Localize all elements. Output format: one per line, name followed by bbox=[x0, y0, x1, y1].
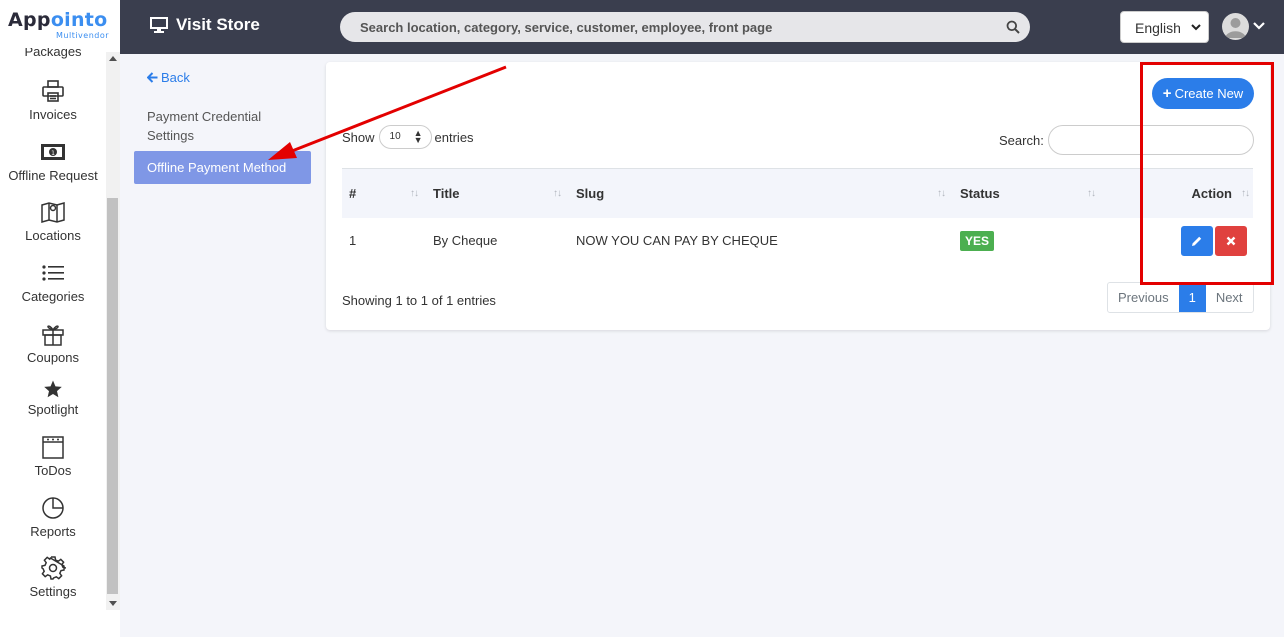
logo-text: Appointo bbox=[8, 9, 108, 31]
column-header-label: # bbox=[349, 185, 357, 201]
sidebar-item-label: Coupons bbox=[26, 350, 80, 365]
star-icon bbox=[43, 379, 63, 399]
logo-text-part2: ointo bbox=[50, 9, 108, 31]
sort-icon: ↑↓ bbox=[1087, 188, 1096, 199]
sidebar-nav: Packages Invoices 1 Offline Request Loca… bbox=[0, 0, 106, 637]
language-value: English bbox=[1135, 20, 1181, 36]
sort-icon: ↑↓ bbox=[410, 188, 419, 199]
sort-icon: ↑↓ bbox=[937, 188, 946, 199]
arrow-left-icon bbox=[147, 72, 158, 83]
pagination-previous[interactable]: Previous bbox=[1108, 283, 1179, 312]
menu-payment-credential-settings[interactable]: Payment Credential Settings bbox=[134, 99, 311, 153]
column-header-slug[interactable]: Slug ↑↓ bbox=[569, 169, 953, 218]
svg-text:1: 1 bbox=[51, 150, 55, 157]
sidebar-item-locations[interactable]: Locations bbox=[0, 199, 106, 243]
page-size-value: 10 bbox=[389, 131, 401, 142]
sidebar-item-invoices[interactable]: Invoices bbox=[0, 78, 106, 122]
sidebar-item-label: Invoices bbox=[29, 107, 77, 122]
scroll-thumb[interactable] bbox=[107, 198, 118, 594]
sidebar-item-label: Categories bbox=[21, 289, 85, 304]
entries-label: entries bbox=[434, 129, 474, 145]
column-header-label: Slug bbox=[576, 185, 605, 201]
user-avatar-icon bbox=[1225, 18, 1246, 38]
pagination: Previous 1 Next bbox=[1107, 282, 1254, 313]
spinner-arrows-icon: ▲ ▼ bbox=[413, 128, 423, 145]
scroll-down-arrow[interactable] bbox=[109, 601, 117, 606]
back-link[interactable]: Back bbox=[147, 70, 190, 85]
logo-subtitle: Multivendor bbox=[56, 31, 110, 40]
page-size-select[interactable]: 10 ▲ ▼ bbox=[378, 125, 432, 149]
visit-store-link[interactable]: Visit Store bbox=[150, 15, 260, 35]
scroll-up-arrow[interactable] bbox=[109, 56, 117, 61]
list-icon bbox=[40, 260, 66, 286]
chevron-down-icon bbox=[1191, 24, 1201, 31]
sidebar-item-categories[interactable]: Categories bbox=[0, 260, 106, 304]
sidebar-item-todos[interactable]: ToDos bbox=[0, 434, 106, 478]
status-badge: YES bbox=[960, 230, 995, 251]
gift-icon bbox=[40, 321, 66, 347]
top-navbar: Visit Store English bbox=[120, 0, 1284, 54]
sidebar: Packages Invoices 1 Offline Request Loca… bbox=[0, 0, 120, 637]
sidebar-scrollbar[interactable] bbox=[106, 52, 120, 610]
table-row: 1 By Cheque NOW YOU CAN PAY BY CHEQUE YE… bbox=[342, 218, 1253, 264]
cell-title: By Cheque bbox=[433, 233, 498, 248]
global-search[interactable] bbox=[340, 12, 1030, 42]
annotation-highlight-box bbox=[1140, 62, 1274, 285]
column-header-title[interactable]: Title ↑↓ bbox=[426, 169, 569, 218]
notepad-icon bbox=[40, 434, 66, 460]
cell-number: 1 bbox=[349, 233, 357, 248]
sidebar-item-reports[interactable]: Reports bbox=[0, 495, 106, 539]
sidebar-item-offline-request[interactable]: 1 Offline Request bbox=[0, 139, 106, 183]
avatar[interactable] bbox=[1222, 13, 1249, 40]
sidebar-item-label: Offline Request bbox=[8, 168, 98, 183]
sidebar-item-label: Locations bbox=[25, 228, 81, 243]
table-info: Showing 1 to 1 of 1 entries bbox=[342, 293, 496, 308]
menu-item-label: Payment Credential Settings bbox=[147, 109, 262, 143]
search-icon[interactable] bbox=[1006, 20, 1020, 34]
menu-offline-payment-method[interactable]: Offline Payment Method bbox=[134, 151, 311, 184]
sidebar-item-coupons[interactable]: Coupons bbox=[0, 321, 106, 365]
map-icon bbox=[40, 199, 66, 225]
table-search-label: Search: bbox=[999, 133, 1044, 148]
pagination-page-1[interactable]: 1 bbox=[1178, 283, 1206, 312]
column-header-number[interactable]: # ↑↓ bbox=[342, 169, 426, 218]
printer-icon bbox=[40, 78, 66, 104]
app-logo[interactable]: Appointo Multivendor bbox=[0, 0, 120, 48]
column-header-label: Title bbox=[433, 185, 460, 201]
logo-text-part1: App bbox=[8, 9, 51, 31]
pie-chart-icon bbox=[40, 495, 66, 521]
money-icon: 1 bbox=[40, 139, 66, 165]
global-search-input[interactable] bbox=[340, 12, 980, 42]
sidebar-item-label: Reports bbox=[30, 524, 76, 539]
column-header-label: Status bbox=[960, 185, 1000, 201]
pagination-next[interactable]: Next bbox=[1206, 283, 1253, 312]
language-select[interactable]: English bbox=[1120, 11, 1209, 43]
sidebar-item-label: Settings bbox=[29, 584, 77, 599]
column-header-status[interactable]: Status ↑↓ bbox=[953, 169, 1103, 218]
monitor-icon bbox=[150, 17, 168, 33]
sidebar-item-spotlight[interactable]: Spotlight bbox=[0, 379, 106, 417]
gear-icon bbox=[40, 555, 67, 581]
sort-icon: ↑↓ bbox=[553, 188, 562, 199]
offline-payment-card: + Create New Show 10 ▲ ▼ entries Search: … bbox=[326, 62, 1270, 330]
cell-slug: NOW YOU CAN PAY BY CHEQUE bbox=[576, 233, 778, 248]
back-label: Back bbox=[161, 70, 190, 85]
menu-item-label: Offline Payment Method bbox=[147, 160, 287, 175]
show-entries: Show 10 ▲ ▼ entries bbox=[342, 125, 474, 149]
table-header-row: # ↑↓ Title ↑↓ Slug ↑↓ Status ↑↓ Action ↑↓ bbox=[342, 168, 1253, 218]
sidebar-item-label: ToDos bbox=[34, 463, 72, 478]
sidebar-item-label: Spotlight bbox=[27, 402, 79, 417]
chevron-down-icon[interactable] bbox=[1253, 21, 1265, 31]
cell-status: YES bbox=[953, 218, 1103, 264]
show-label: Show bbox=[342, 129, 375, 145]
sidebar-item-settings[interactable]: Settings bbox=[0, 555, 106, 599]
offline-payment-table: # ↑↓ Title ↑↓ Slug ↑↓ Status ↑↓ Action ↑↓ 1 B… bbox=[342, 168, 1253, 264]
visit-store-label: Visit Store bbox=[176, 15, 260, 34]
